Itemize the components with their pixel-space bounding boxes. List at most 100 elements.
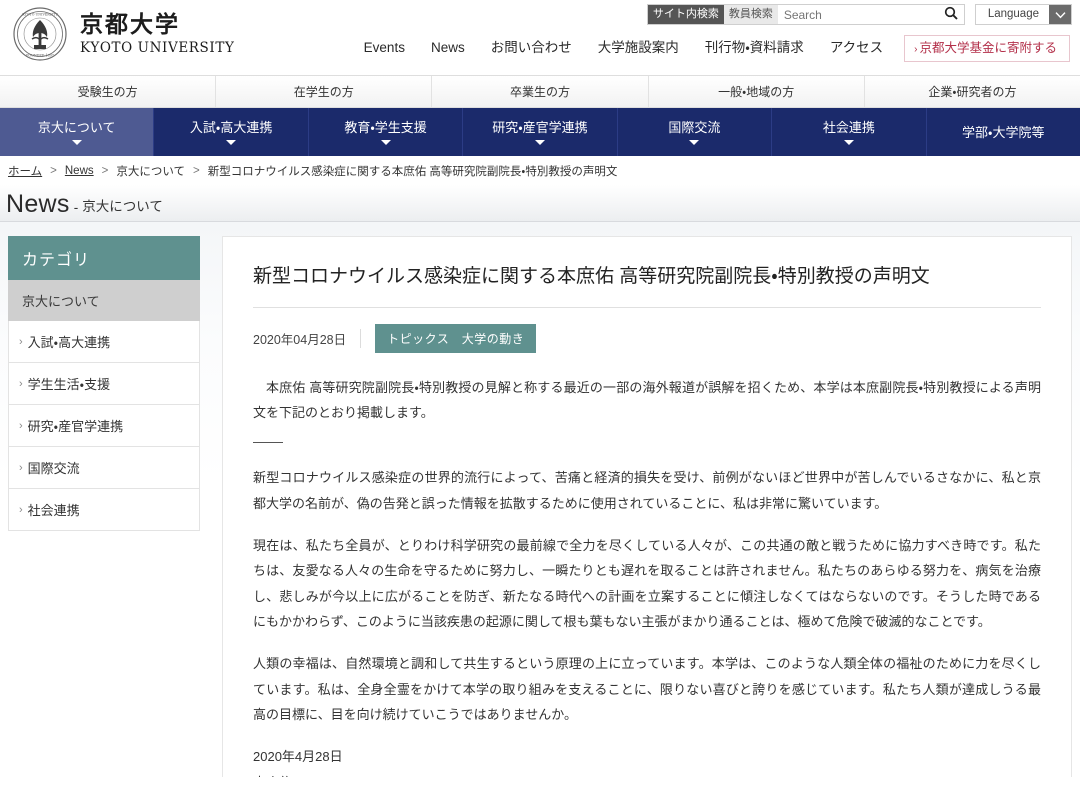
header-link-publications[interactable]: 刊行物・資料請求 xyxy=(692,33,817,63)
site-logo[interactable]: KYOTO UNIVERSITY FOUNDED 1897 京都大学 KYOTO… xyxy=(12,6,234,62)
nav-label: 研究・産官学連携 xyxy=(492,121,587,135)
chevron-right-icon: › xyxy=(19,462,23,474)
sidebar-current-label: 京大について xyxy=(22,294,100,309)
kyoto-university-crest-icon: KYOTO UNIVERSITY FOUNDED 1897 xyxy=(12,6,68,62)
page-title-main: News xyxy=(6,192,70,217)
header-link-campus-guide[interactable]: 大学施設案内 xyxy=(585,33,692,63)
sidebar-item-international[interactable]: › 国際交流 xyxy=(8,447,200,489)
nav-item-research[interactable]: 研究・産官学連携 xyxy=(463,108,617,156)
search-box: サイト内検索 教員検索 xyxy=(647,4,965,25)
chevron-down-icon[interactable] xyxy=(1049,5,1071,24)
page-title-sub: 京大について xyxy=(82,195,163,217)
article-paragraph-3: 人類の幸福は、自然環境と調和して共生するという原理の上に立っています。本学は、こ… xyxy=(253,651,1041,727)
nav-item-admissions[interactable]: 入試・高大連携 xyxy=(154,108,308,156)
chevron-right-icon: › xyxy=(19,336,23,348)
caret-down-icon xyxy=(844,140,854,145)
audience-item-general-public[interactable]: 一般・地域の方 xyxy=(649,76,865,107)
header-link-news[interactable]: News xyxy=(418,33,478,63)
header-link-access[interactable]: アクセス xyxy=(817,33,896,63)
breadcrumb-item-home[interactable]: ホーム xyxy=(8,163,42,179)
language-selector[interactable]: Language xyxy=(975,4,1072,25)
donate-chevron-icon: › xyxy=(914,44,917,55)
caret-down-icon xyxy=(535,140,545,145)
category-sidebar: カテゴリ 京大について › 入試・高大連携 › 学生生活・支援 › 研究・産官学… xyxy=(8,236,200,777)
breadcrumb-separator: > xyxy=(48,165,59,177)
audience-item-alumni[interactable]: 卒業生の方 xyxy=(432,76,648,107)
nav-label: 社会連携 xyxy=(823,121,875,135)
svg-text:KYOTO UNIVERSITY: KYOTO UNIVERSITY xyxy=(22,13,58,17)
nav-label: 京大について xyxy=(38,121,116,135)
breadcrumb-item-news[interactable]: News xyxy=(65,165,94,177)
sidebar-item-research[interactable]: › 研究・産官学連携 xyxy=(8,405,200,447)
chevron-right-icon: › xyxy=(19,504,23,516)
breadcrumb-item-about[interactable]: 京大について xyxy=(116,163,185,179)
article-meta: 2020年04月28日 トピックス 大学の動き xyxy=(253,324,1041,353)
sidebar-item-label: 入試・高大連携 xyxy=(28,332,110,351)
breadcrumb: ホーム > News > 京大について > 新型コロナウイルス感染症に関する本庶… xyxy=(0,156,1080,185)
sidebar-item-label: 研究・産官学連携 xyxy=(28,416,123,435)
page-title: News - 京大について xyxy=(0,185,1080,222)
chevron-right-icon: › xyxy=(19,420,23,432)
audience-label: 受験生の方 xyxy=(78,83,138,100)
caret-down-icon xyxy=(226,140,236,145)
caret-down-icon xyxy=(72,140,82,145)
category-header: カテゴリ xyxy=(8,236,200,280)
audience-bar: 受験生の方 在学生の方 卒業生の方 一般・地域の方 企業・研究者の方 xyxy=(0,75,1080,108)
search-input[interactable] xyxy=(778,5,938,24)
search-icon xyxy=(944,6,958,23)
page-title-dash: - xyxy=(74,200,79,217)
page-root: KYOTO UNIVERSITY FOUNDED 1897 京都大学 KYOTO… xyxy=(0,0,1080,804)
logo-title-jp: 京都大学 xyxy=(80,12,234,38)
nav-item-faculties[interactable]: 学部・大学院等 xyxy=(927,108,1080,156)
article-divider xyxy=(253,442,283,443)
logo-title-en: KYOTO UNIVERSITY xyxy=(80,40,234,56)
sidebar-item-admissions[interactable]: › 入試・高大連携 xyxy=(8,321,200,363)
nav-label: 入試・高大連携 xyxy=(190,121,272,135)
logo-text-block: 京都大学 KYOTO UNIVERSITY xyxy=(80,12,234,57)
audience-label: 在学生の方 xyxy=(294,83,354,100)
audience-item-prospective[interactable]: 受験生の方 xyxy=(0,76,216,107)
audience-item-current-students[interactable]: 在学生の方 xyxy=(216,76,432,107)
sidebar-item-label: 学生生活・支援 xyxy=(28,374,110,393)
nav-item-education[interactable]: 教育・学生支援 xyxy=(309,108,463,156)
header-link-events[interactable]: Events xyxy=(351,33,418,63)
site-header: KYOTO UNIVERSITY FOUNDED 1897 京都大学 KYOTO… xyxy=(0,0,1080,75)
audience-label: 一般・地域の方 xyxy=(718,83,794,100)
donate-label: 京都大学基金に寄附する xyxy=(919,41,1057,55)
donate-button[interactable]: ›京都大学基金に寄附する xyxy=(904,35,1070,62)
article-date: 2020年04月28日 xyxy=(253,329,361,348)
caret-down-icon xyxy=(381,140,391,145)
signature-name: 本庶佑 xyxy=(253,770,1041,777)
article-tag-badge[interactable]: トピックス 大学の動き xyxy=(375,324,536,353)
search-tab-faculty[interactable]: 教員検索 xyxy=(724,5,778,24)
chevron-right-icon: › xyxy=(19,378,23,390)
breadcrumb-separator: > xyxy=(191,165,202,177)
sidebar-item-student-life[interactable]: › 学生生活・支援 xyxy=(8,363,200,405)
sidebar-item-label: 社会連携 xyxy=(28,500,80,519)
audience-label: 企業・研究者の方 xyxy=(928,83,1016,100)
content-area: カテゴリ 京大について › 入試・高大連携 › 学生生活・支援 › 研究・産官学… xyxy=(0,222,1080,777)
nav-item-about[interactable]: 京大について xyxy=(0,108,154,156)
header-utility-row: サイト内検索 教員検索 Language xyxy=(647,4,1072,25)
search-tab-site[interactable]: サイト内検索 xyxy=(648,5,724,24)
article-paragraph-1: 新型コロナウイルス感染症の世界的流行によって、苦痛と経済的損失を受け、前例がない… xyxy=(253,465,1041,516)
signature-date: 2020年4月28日 xyxy=(253,744,1041,769)
article-intro: 本庶佑 高等研究院副院長・特別教授の見解と称する最近の一部の海外報道が誤解を招く… xyxy=(253,375,1041,426)
breadcrumb-separator: > xyxy=(100,165,111,177)
nav-label: 教育・学生支援 xyxy=(344,121,426,135)
article-paragraph-2: 現在は、私たち全員が、とりわけ科学研究の最前線で全力を尽くしている人々が、この共… xyxy=(253,533,1041,634)
sidebar-item-label: 国際交流 xyxy=(28,458,80,477)
svg-text:FOUNDED 1897: FOUNDED 1897 xyxy=(26,54,54,58)
nav-item-social-contribution[interactable]: 社会連携 xyxy=(772,108,926,156)
nav-item-international[interactable]: 国際交流 xyxy=(618,108,772,156)
audience-item-business-researchers[interactable]: 企業・研究者の方 xyxy=(865,76,1080,107)
sidebar-item-social-contribution[interactable]: › 社会連携 xyxy=(8,489,200,531)
sidebar-item-current[interactable]: 京大について xyxy=(8,280,200,321)
nav-label: 学部・大学院等 xyxy=(962,126,1044,140)
header-nav-links: Events News お問い合わせ 大学施設案内 刊行物・資料請求 アクセス … xyxy=(351,33,1070,63)
search-button[interactable] xyxy=(938,5,964,24)
main-navigation: 京大について 入試・高大連携 教育・学生支援 研究・産官学連携 国際交流 社会連… xyxy=(0,108,1080,156)
article-title: 新型コロナウイルス感染症に関する本庶佑 高等研究院副院長・特別教授の声明文 xyxy=(253,263,1041,308)
article-panel: 新型コロナウイルス感染症に関する本庶佑 高等研究院副院長・特別教授の声明文 20… xyxy=(222,236,1072,777)
header-link-contact[interactable]: お問い合わせ xyxy=(478,33,585,63)
